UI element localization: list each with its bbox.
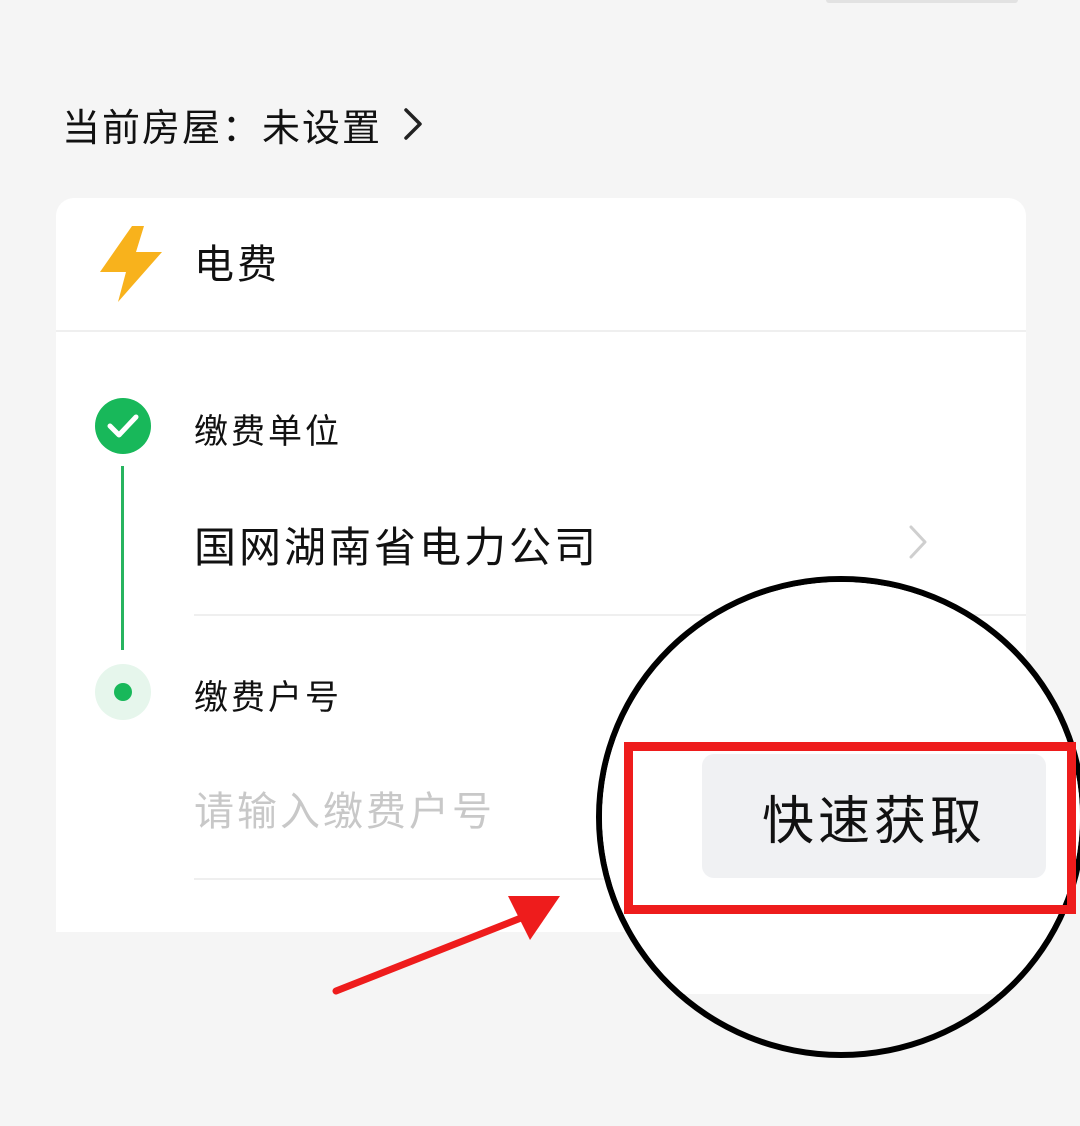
chevron-right-icon (402, 106, 424, 142)
step-complete-icon (95, 398, 151, 454)
payee-company: 国网湖南省电力公司 (194, 522, 600, 572)
arrow-annotation-icon (330, 890, 570, 1004)
step-label-account: 缴费户号 (194, 678, 342, 718)
house-label: 当前房屋： (62, 105, 263, 150)
step-connector (121, 466, 124, 650)
lightning-bolt-icon (96, 222, 166, 308)
step-label-payee: 缴费单位 (194, 412, 342, 452)
house-value: 未设置 (262, 105, 383, 150)
card-title: 电费 (194, 242, 280, 288)
card-header: 电费 (56, 198, 1026, 332)
account-number-input[interactable] (194, 784, 614, 840)
highlight-annotation (624, 742, 1076, 914)
current-house-selector[interactable]: 当前房屋： 未设置 (62, 96, 424, 152)
top-handle (826, 0, 1018, 3)
chevron-right-icon (908, 524, 928, 564)
step-current-icon (95, 664, 151, 720)
payee-selector[interactable]: 国网湖南省电力公司 (194, 512, 994, 576)
